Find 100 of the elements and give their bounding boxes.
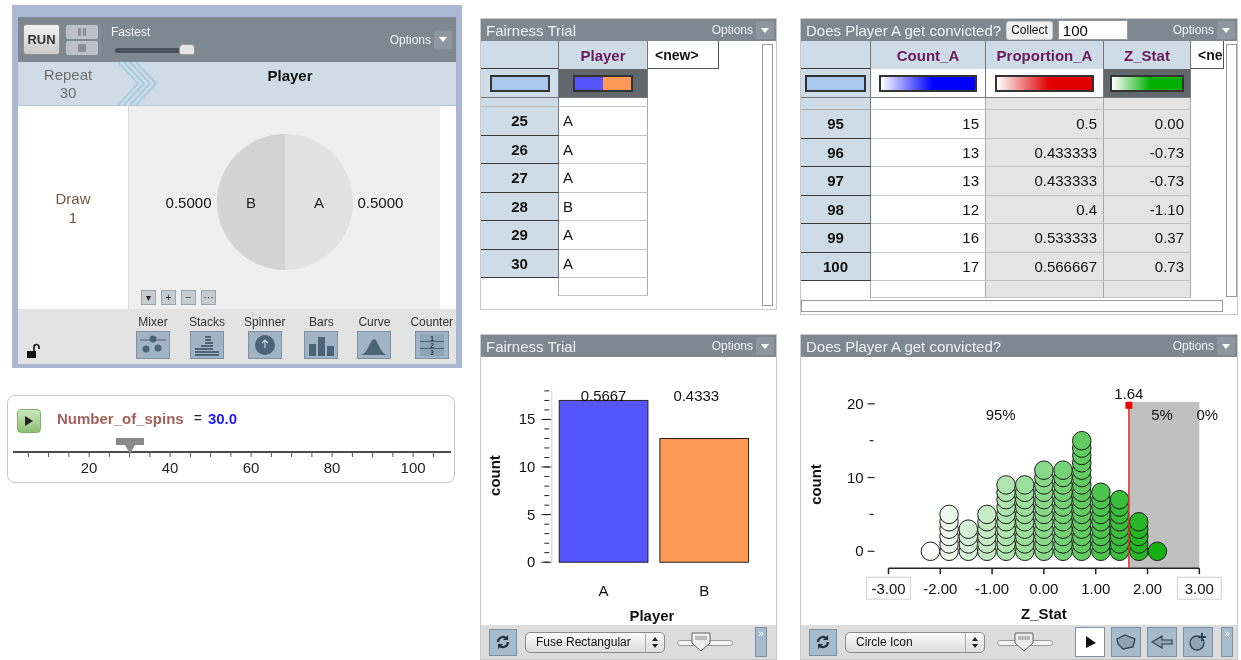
tick-label: -2.00 bbox=[923, 580, 958, 598]
device-button[interactable] bbox=[190, 331, 224, 359]
point-size-slider[interactable] bbox=[997, 632, 1053, 652]
tick-label: 1.00 bbox=[1081, 580, 1111, 598]
color-key[interactable] bbox=[879, 74, 977, 92]
spinner-control-button[interactable]: ··· bbox=[201, 290, 216, 305]
tick-label: 10 bbox=[518, 457, 536, 475]
device-button[interactable] bbox=[357, 331, 392, 359]
collect-button[interactable]: Collect bbox=[1006, 20, 1053, 40]
slider-thumb[interactable] bbox=[115, 438, 144, 454]
data-point bbox=[1109, 489, 1130, 510]
refresh-button[interactable] bbox=[489, 628, 517, 656]
vertical-scrollbar[interactable] bbox=[1226, 44, 1237, 297]
refresh-icon bbox=[814, 633, 832, 651]
probability-label: 0.5000 bbox=[357, 193, 404, 211]
pause-icon bbox=[78, 27, 86, 36]
device-label: Bars bbox=[309, 315, 334, 329]
bar-chart-icon bbox=[307, 334, 336, 356]
device-button[interactable] bbox=[136, 331, 170, 359]
table-cell: 0.37 bbox=[1104, 224, 1191, 253]
color-key[interactable] bbox=[1109, 74, 1185, 92]
variable-name: Player bbox=[267, 67, 313, 86]
spinner-control-button[interactable]: − bbox=[181, 290, 196, 305]
slider-thumb[interactable] bbox=[691, 632, 712, 652]
run-button[interactable]: RUN bbox=[23, 24, 60, 55]
stop-icon bbox=[78, 43, 86, 52]
display-type-select[interactable]: Fuse Rectangular bbox=[525, 631, 665, 653]
x-tick-label: 3.00 bbox=[1184, 580, 1214, 598]
x-tick-label: -3.00 bbox=[871, 580, 906, 598]
tick-label: 40 bbox=[160, 459, 180, 476]
collect-count-field[interactable]: 100 bbox=[1057, 20, 1128, 40]
window-title: Does Player A get convicted? bbox=[806, 337, 1002, 355]
new-column-header[interactable]: <ne bbox=[1191, 41, 1224, 69]
caret-icon bbox=[1217, 337, 1235, 355]
axis-title: Z_Stat bbox=[1021, 605, 1067, 622]
horizontal-scrollbar[interactable] bbox=[801, 300, 1223, 312]
speed-slider[interactable] bbox=[115, 42, 195, 55]
row-number: 99 bbox=[801, 224, 871, 253]
data-point bbox=[939, 504, 959, 525]
play-icon bbox=[25, 416, 33, 426]
data-point bbox=[920, 541, 941, 562]
table-cell: A bbox=[559, 221, 648, 250]
device-button[interactable] bbox=[304, 331, 339, 359]
data-point bbox=[1072, 430, 1092, 451]
spinner-control-button[interactable]: + bbox=[161, 290, 176, 305]
device-label: Spinner bbox=[244, 315, 286, 329]
table-cell: 0.566667 bbox=[986, 252, 1104, 281]
tick-label: 10 bbox=[846, 468, 864, 486]
new-column-header[interactable]: <new> bbox=[648, 41, 719, 69]
data-point bbox=[1147, 541, 1168, 562]
data-label: 0.5667 bbox=[580, 386, 627, 404]
window-title: Does Player A get convicted? bbox=[806, 21, 1002, 39]
axis-title: Player bbox=[629, 607, 675, 624]
slider-thumb[interactable] bbox=[1013, 632, 1034, 652]
data-point bbox=[1091, 482, 1111, 503]
column-header[interactable]: Count_A bbox=[871, 41, 986, 69]
data-point bbox=[1015, 475, 1035, 495]
row-number: 28 bbox=[481, 192, 559, 221]
divider-value: 1.64 bbox=[1114, 384, 1144, 402]
tick-label: 0 bbox=[527, 553, 536, 571]
column-header[interactable]: Player bbox=[559, 41, 648, 69]
table-cell: 17 bbox=[871, 252, 986, 281]
row-number: 100 bbox=[801, 252, 871, 281]
data-point bbox=[996, 475, 1016, 495]
tick-label: -1.00 bbox=[975, 580, 1010, 598]
color-key[interactable] bbox=[489, 74, 550, 92]
display-type-select[interactable]: Circle Icon bbox=[845, 631, 985, 653]
table-cell: 13 bbox=[871, 138, 986, 167]
column-header[interactable]: Z_Stat bbox=[1104, 41, 1191, 69]
draw-label: Draw bbox=[55, 188, 91, 208]
color-key[interactable] bbox=[573, 74, 633, 92]
table-cell: 15 bbox=[871, 110, 986, 139]
arrow-left-icon bbox=[1151, 635, 1173, 649]
row-number: 25 bbox=[481, 107, 559, 136]
table-cell: 0.433333 bbox=[986, 167, 1104, 196]
device-label: Mixer bbox=[138, 315, 168, 329]
axis-bound-field[interactable]: -3.00 bbox=[866, 576, 911, 600]
repeat-label: Repeat bbox=[43, 65, 93, 84]
table-cell: 13 bbox=[871, 167, 986, 196]
play-button[interactable] bbox=[17, 409, 41, 433]
tick-label: 0 bbox=[855, 542, 864, 560]
spinner-control-button[interactable]: ▾ bbox=[141, 290, 156, 305]
slider-thumb[interactable] bbox=[179, 43, 195, 55]
point-size-slider[interactable] bbox=[677, 632, 733, 652]
padlock-open-icon[interactable] bbox=[26, 343, 42, 359]
device-button[interactable] bbox=[247, 331, 282, 359]
axis-bound-field[interactable]: 3.00 bbox=[1176, 576, 1222, 600]
tool-button[interactable] bbox=[1075, 627, 1105, 657]
color-key[interactable] bbox=[994, 74, 1095, 92]
tick-label: 5 bbox=[527, 505, 536, 523]
refresh-button[interactable] bbox=[809, 628, 837, 656]
table-cell: 0.5 bbox=[986, 110, 1104, 139]
divider-handle[interactable] bbox=[1125, 401, 1133, 409]
vertical-scrollbar[interactable] bbox=[762, 44, 773, 306]
color-key[interactable] bbox=[805, 74, 866, 92]
row-number: 27 bbox=[481, 164, 559, 193]
column-header[interactable]: Proportion_A bbox=[986, 41, 1104, 69]
device-label: Curve bbox=[358, 315, 391, 329]
window-title: Fairness Trial bbox=[486, 21, 577, 39]
tick-label: 80 bbox=[322, 459, 342, 476]
